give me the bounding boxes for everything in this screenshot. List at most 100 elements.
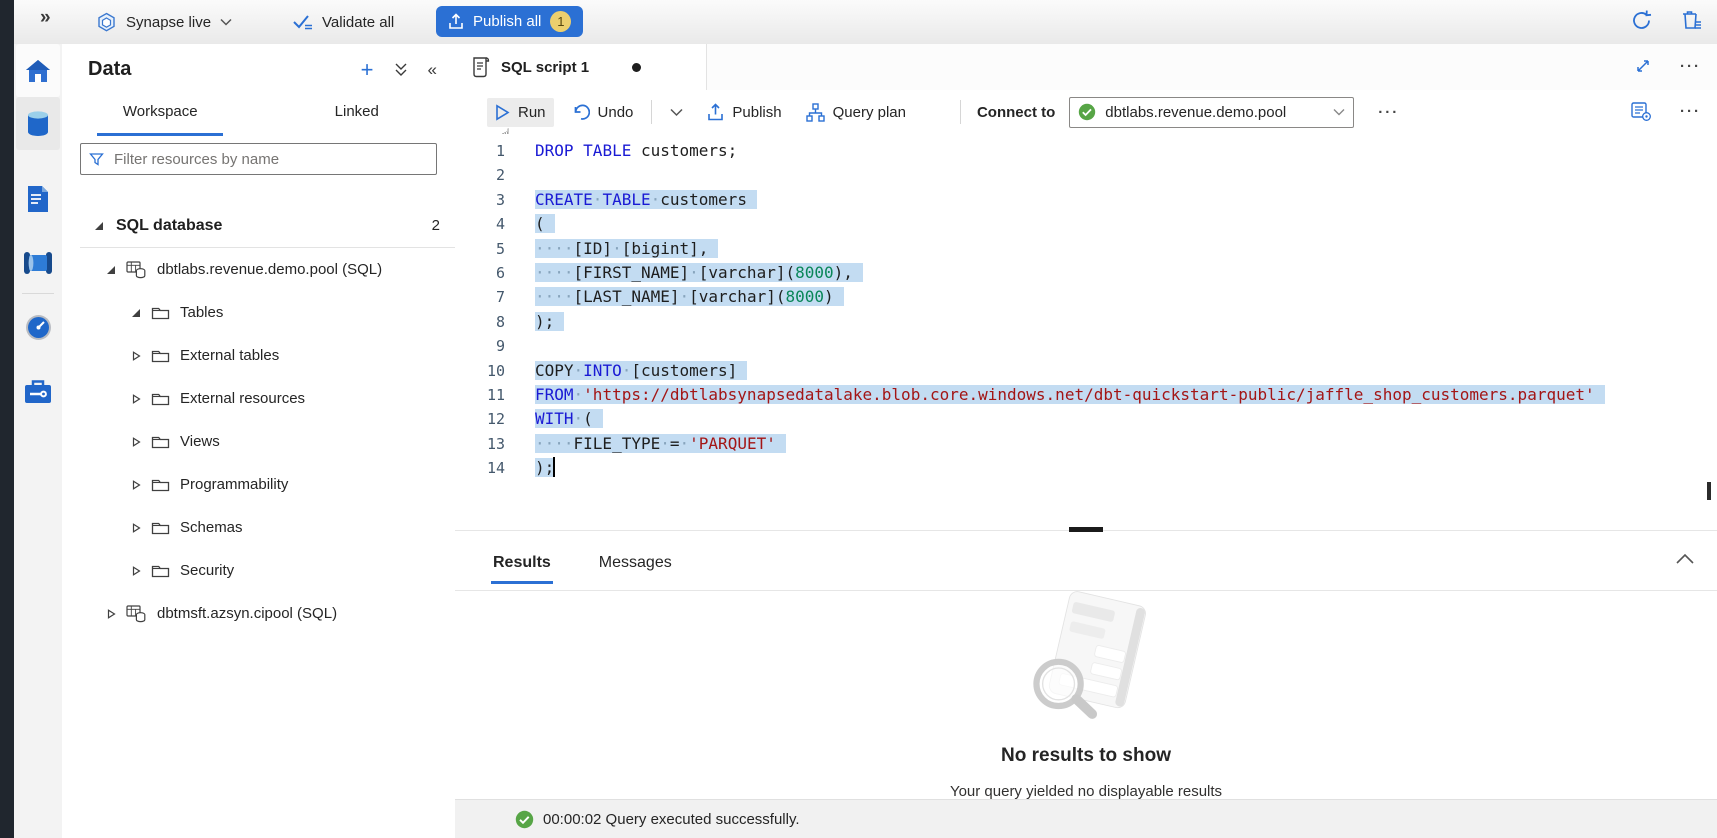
validate-all-button[interactable]: Validate all: [292, 7, 394, 37]
integrate-icon: [23, 251, 53, 275]
collapse-panel-button[interactable]: «: [428, 60, 437, 80]
undo-split-chevron[interactable]: [662, 102, 691, 123]
status-message: 00:00:02 Query executed successfully.: [543, 811, 800, 828]
code-line-11[interactable]: 11FROM·'https://dbtlabsynapsedatalake.bl…: [455, 383, 1717, 407]
tree-item-programmability[interactable]: Programmability: [62, 463, 455, 506]
sql-code-editor[interactable]: 1DROP TABLE customers;23 CREATE·TABLE·cus…: [455, 134, 1717, 530]
caret-collapsed-icon: [106, 609, 116, 619]
code-line-12[interactable]: 12WITH·(: [455, 407, 1717, 431]
tree-item-dbtlabs-revenue-demo-pool-sql[interactable]: dbtlabs.revenue.demo.pool (SQL): [62, 248, 455, 291]
run-button[interactable]: Run ☝: [487, 98, 554, 127]
tab-results[interactable]: Results: [491, 548, 553, 578]
expand-menu-button[interactable]: »: [40, 7, 51, 29]
tree-item-security[interactable]: Security: [62, 549, 455, 592]
code-line-7[interactable]: 7····[LAST_NAME]·[varchar](8000): [455, 285, 1717, 309]
nav-data-button[interactable]: [16, 97, 60, 150]
tree-item-dbtmsft-azsyn-cipool-sql[interactable]: dbtmsft.azsyn.cipool (SQL): [62, 592, 455, 635]
add-resource-button[interactable]: +: [361, 61, 374, 79]
selection-highlight: ····[FIRST_NAME]·[varchar](8000),: [535, 263, 863, 282]
publish-all-button[interactable]: Publish all 1: [436, 6, 583, 37]
left-nav-rail: [14, 44, 63, 838]
expand-editor-icon[interactable]: [1634, 57, 1652, 75]
code-line-10[interactable]: 10COPY·INTO·[customers]: [455, 359, 1717, 383]
tree-item-label: Security: [180, 562, 234, 579]
drag-handle[interactable]: [1069, 527, 1103, 532]
publish-all-label: Publish all: [473, 13, 541, 30]
tree-item-external-tables[interactable]: External tables: [62, 334, 455, 377]
line-number: 11: [455, 383, 505, 407]
selection-highlight: ····FILE_TYPE·=·'PARQUET': [535, 434, 786, 453]
code-line-4[interactable]: 4(: [455, 212, 1717, 236]
tab-workspace[interactable]: Workspace: [62, 98, 259, 132]
refresh-icon[interactable]: [1630, 9, 1653, 32]
empty-results-subtitle: Your query yielded no displayable result…: [950, 783, 1222, 800]
tree-root-sql-database[interactable]: SQL database 2: [62, 204, 455, 247]
nav-manage-button[interactable]: [16, 365, 60, 418]
code-line-3[interactable]: 3 CREATE·TABLE·customers: [455, 188, 1717, 212]
manage-toolbox-icon: [24, 379, 52, 404]
pool-selected-value: dbtlabs.revenue.demo.pool: [1105, 104, 1324, 121]
develop-icon: [25, 185, 51, 213]
caret-collapsed-icon: [131, 480, 141, 490]
tab-more-actions-button[interactable]: ···: [1680, 58, 1701, 75]
text-cursor: [553, 457, 555, 477]
monitor-gauge-icon: [25, 314, 52, 341]
folder-icon: [151, 477, 170, 493]
validate-all-label: Validate all: [322, 14, 394, 31]
line-number: 2: [455, 163, 505, 187]
environment-label: Synapse live: [126, 14, 211, 31]
undo-button[interactable]: Undo: [564, 98, 642, 127]
caret-collapsed-icon: [131, 351, 141, 361]
tree-item-label: External tables: [180, 347, 279, 364]
nav-integrate-button[interactable]: [16, 236, 60, 289]
line-number: 3: [455, 188, 505, 212]
toolbar-more-button[interactable]: ···: [1378, 104, 1399, 121]
code-line-9[interactable]: 9: [455, 334, 1717, 358]
folder-icon: [151, 520, 170, 536]
code-line-13[interactable]: 13 ····FILE_TYPE·=·'PARQUET': [455, 432, 1717, 456]
undo-icon: [572, 104, 590, 121]
code-line-8[interactable]: 8);: [455, 310, 1717, 334]
environment-selector[interactable]: Synapse live: [96, 7, 232, 37]
collapse-results-icon[interactable]: [1675, 552, 1695, 565]
filter-resources-input[interactable]: [112, 150, 428, 169]
selection-highlight: WITH·(: [535, 409, 603, 428]
tab-sql-script-1[interactable]: SQL script 1: [455, 44, 707, 90]
empty-results-title: No results to show: [1001, 745, 1171, 767]
top-command-bar: » Synapse live Validate all Publish: [14, 0, 1717, 45]
tab-messages[interactable]: Messages: [597, 548, 674, 578]
line-number: 13: [455, 432, 505, 456]
line-number: 5: [455, 237, 505, 261]
editor-more-button[interactable]: ···: [1680, 103, 1701, 120]
run-play-icon: [495, 104, 510, 121]
tree-root-label: SQL database: [116, 217, 222, 235]
code-line-14[interactable]: 14);: [455, 456, 1717, 480]
validate-check-icon: [292, 13, 314, 32]
code-line-2[interactable]: 2: [455, 163, 1717, 187]
tree-item-schemas[interactable]: Schemas: [62, 506, 455, 549]
code-line-5[interactable]: 5····[ID]·[bigint],: [455, 237, 1717, 261]
session-settings-icon[interactable]: [1630, 100, 1652, 122]
results-empty-state: No results to show Your query yielded no…: [455, 590, 1717, 800]
tree-item-label: Tables: [180, 304, 223, 321]
nav-home-button[interactable]: [16, 44, 60, 97]
tree-item-tables[interactable]: Tables: [62, 291, 455, 334]
pool-select-dropdown[interactable]: dbtlabs.revenue.demo.pool: [1069, 97, 1354, 128]
tree-item-external-resources[interactable]: External resources: [62, 377, 455, 420]
tab-linked[interactable]: Linked: [259, 98, 456, 132]
collapse-all-icon[interactable]: [394, 62, 408, 78]
code-line-1[interactable]: 1DROP TABLE customers;: [455, 139, 1717, 163]
code-line-6[interactable]: 6····[FIRST_NAME]·[varchar](8000),: [455, 261, 1717, 285]
editor-pane: SQL script 1 ··· Run ☝: [455, 44, 1717, 838]
folder-icon: [151, 434, 170, 450]
query-plan-button[interactable]: Query plan: [798, 97, 914, 128]
nav-monitor-button[interactable]: [16, 301, 60, 354]
discard-trash-icon[interactable]: [1679, 8, 1703, 32]
tree-item-views[interactable]: Views: [62, 420, 455, 463]
tree-items: dbtlabs.revenue.demo.pool (SQL) Tables Ext…: [62, 248, 455, 635]
home-icon: [24, 58, 52, 84]
publish-button[interactable]: Publish: [699, 97, 789, 127]
selection-highlight: CREATE·TABLE·customers: [535, 190, 757, 209]
line-number: 8: [455, 310, 505, 334]
nav-develop-button[interactable]: [16, 172, 60, 225]
